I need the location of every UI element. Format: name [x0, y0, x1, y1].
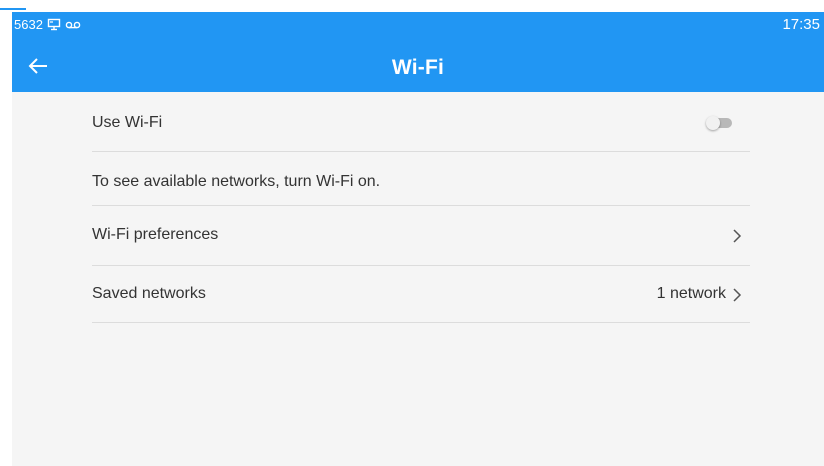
corner-mark: [0, 0, 28, 12]
status-bar: 5632 17:35: [12, 12, 824, 42]
status-left: 5632: [14, 17, 81, 32]
use-wifi-row[interactable]: Use Wi-Fi: [92, 92, 750, 152]
screen-cast-icon: [47, 18, 61, 31]
wifi-settings-list: Use Wi-Fi To see available networks, tur…: [92, 92, 750, 323]
wifi-off-info-text: To see available networks, turn Wi-Fi on…: [92, 173, 381, 190]
saved-networks-count: 1 network: [656, 285, 726, 302]
chevron-right-icon: [733, 229, 742, 243]
voicemail-icon: [65, 20, 81, 30]
wifi-preferences-label: Wi-Fi preferences: [92, 226, 219, 243]
status-time: 17:35: [782, 16, 820, 33]
use-wifi-label: Use Wi-Fi: [92, 114, 163, 131]
toggle-thumb: [706, 116, 720, 130]
corner-line: [0, 8, 26, 10]
wifi-off-info-row: To see available networks, turn Wi-Fi on…: [92, 152, 750, 206]
app-bar: Wi-Fi: [12, 42, 824, 92]
page-title: Wi-Fi: [391, 56, 445, 79]
wifi-preferences-row[interactable]: Wi-Fi preferences: [92, 206, 750, 266]
saved-networks-row[interactable]: Saved networks 1 network: [92, 266, 750, 323]
use-wifi-toggle[interactable]: [706, 116, 734, 130]
extension-number: 5632: [14, 17, 43, 32]
device-screen: 5632 17:35 Wi-Fi Use Wi-Fi To see availa…: [12, 12, 824, 466]
chevron-right-icon: [733, 288, 742, 302]
saved-networks-label: Saved networks: [92, 285, 206, 302]
